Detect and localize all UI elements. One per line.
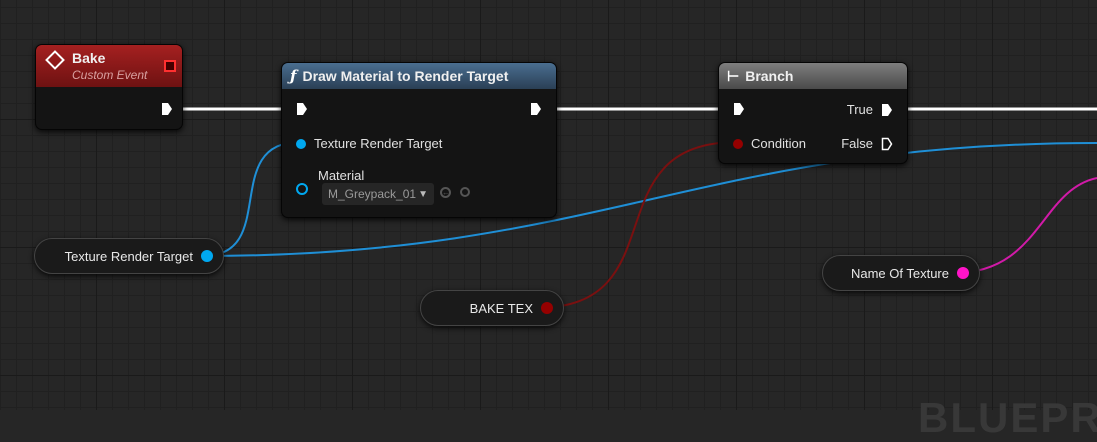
material-pin-label: Material [318, 168, 365, 183]
name-of-texture-variable[interactable]: Name Of Texture [822, 255, 980, 291]
material-pin[interactable]: Material [296, 168, 364, 183]
variable-label: Texture Render Target [64, 248, 193, 264]
chevron-down-icon: ▼ [418, 188, 428, 200]
string-wire-name-out[interactable] [953, 177, 1097, 274]
use-selected-arrow-icon[interactable]: ← [440, 187, 451, 198]
draw-exec-out[interactable] [530, 102, 542, 116]
exec-out-icon[interactable] [161, 102, 173, 116]
draw-node-header[interactable]: ƒ Draw Material to Render Target [282, 63, 556, 89]
true-pin-label: True [846, 102, 873, 117]
branch-node[interactable]: ⊢ Branch True Condition False [718, 62, 908, 164]
bake-node-title: Bake [72, 50, 106, 66]
bool-wire-baketex-condition[interactable] [535, 141, 739, 309]
delegate-output-icon[interactable] [164, 60, 176, 72]
branch-exec-in[interactable] [733, 102, 745, 116]
object-pin-hollow-icon[interactable] [296, 183, 308, 195]
branch-node-header[interactable]: ⊢ Branch [719, 63, 907, 89]
texture-render-target-pin[interactable]: Texture Render Target [296, 136, 442, 151]
bake-exec-out[interactable] [161, 102, 173, 116]
condition-pin-label: Condition [751, 136, 806, 151]
branch-condition-pin[interactable]: Condition [733, 136, 806, 151]
material-value: M_Greypack_01 [328, 187, 417, 201]
branch-icon: ⊢ [727, 67, 740, 84]
draw-node-title: Draw Material to Render Target [302, 68, 509, 84]
bake-event-node[interactable]: Bake Custom Event [35, 44, 183, 130]
branch-node-title: Branch [745, 68, 794, 84]
draw-material-node[interactable]: ƒ Draw Material to Render Target Texture… [281, 62, 557, 218]
bake-node-subtitle: Custom Event [72, 68, 148, 82]
bake-node-header[interactable]: Bake Custom Event [36, 45, 182, 87]
bake-tex-variable[interactable]: BAKE TEX [420, 290, 564, 326]
object-pin-icon[interactable] [296, 138, 306, 149]
exec-out-hollow-icon[interactable] [881, 137, 893, 151]
texture-render-target-variable[interactable]: Texture Render Target [34, 238, 224, 274]
variable-label: BAKE TEX [469, 300, 533, 316]
texture-pin-label: Texture Render Target [314, 136, 443, 151]
object-pin-icon[interactable] [201, 250, 213, 262]
blueprint-watermark: BLUEPR [918, 394, 1097, 441]
bool-pin-icon[interactable] [541, 302, 553, 314]
variable-label: Name Of Texture [850, 265, 949, 281]
bool-pin-icon[interactable] [733, 138, 743, 149]
branch-false-pin[interactable]: False [841, 136, 893, 151]
branch-true-pin[interactable]: True [847, 102, 893, 117]
exec-in-icon[interactable] [733, 102, 745, 116]
event-diamond-icon [45, 50, 65, 70]
exec-in-icon[interactable] [296, 102, 308, 116]
false-pin-label: False [841, 136, 873, 151]
exec-out-icon[interactable] [530, 102, 542, 116]
function-icon: ƒ [290, 67, 297, 85]
exec-out-icon[interactable] [881, 103, 893, 117]
string-pin-icon[interactable] [957, 267, 969, 279]
draw-exec-in[interactable] [296, 102, 308, 116]
material-asset-dropdown[interactable]: M_Greypack_01 ▼ [322, 183, 434, 205]
browse-search-icon[interactable] [460, 187, 470, 197]
